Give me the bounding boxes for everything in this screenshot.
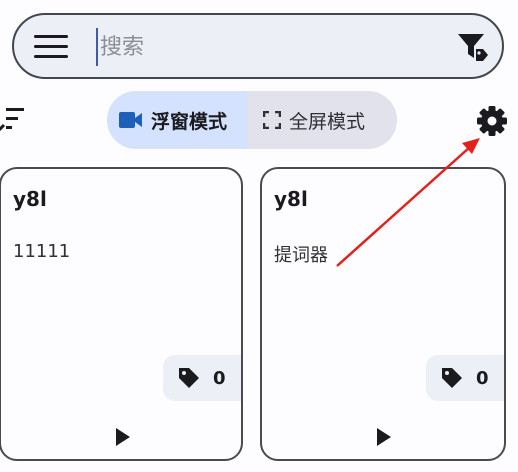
floating-mode-label: 浮窗模式 <box>151 110 228 133</box>
app-screen: 浮窗模式 全屏模式 y8l 11111 0 <box>0 0 518 472</box>
fullscreen-icon <box>263 111 281 129</box>
note-content: 提词器 <box>274 245 328 266</box>
tag-count: 0 <box>476 367 489 389</box>
note-title: y8l <box>13 187 47 211</box>
floating-mode-button[interactable]: 浮窗模式 <box>107 91 247 149</box>
note-content: 11111 <box>13 241 71 262</box>
mode-toggle: 浮窗模式 全屏模式 <box>107 91 397 149</box>
search-bar <box>12 13 504 79</box>
tag-chip[interactable]: 0 <box>426 355 504 401</box>
tag-count: 0 <box>213 367 226 389</box>
play-icon[interactable] <box>114 426 132 448</box>
note-card[interactable]: y8l 11111 0 <box>0 167 243 461</box>
tag-icon <box>442 368 462 388</box>
filter-tag-icon[interactable] <box>456 31 490 63</box>
tag-icon <box>179 368 199 388</box>
fullscreen-mode-label: 全屏模式 <box>289 110 366 133</box>
fullscreen-mode-button[interactable]: 全屏模式 <box>247 91 397 149</box>
sort-icon[interactable] <box>0 106 28 132</box>
note-title: y8l <box>274 187 308 211</box>
tag-chip[interactable]: 0 <box>163 355 241 401</box>
search-input[interactable] <box>96 28 426 66</box>
note-card[interactable]: y8l 提词器 0 <box>260 167 506 461</box>
play-icon[interactable] <box>375 426 393 448</box>
gear-icon[interactable] <box>476 105 508 137</box>
menu-icon[interactable] <box>34 35 70 59</box>
videocam-icon <box>119 112 142 128</box>
